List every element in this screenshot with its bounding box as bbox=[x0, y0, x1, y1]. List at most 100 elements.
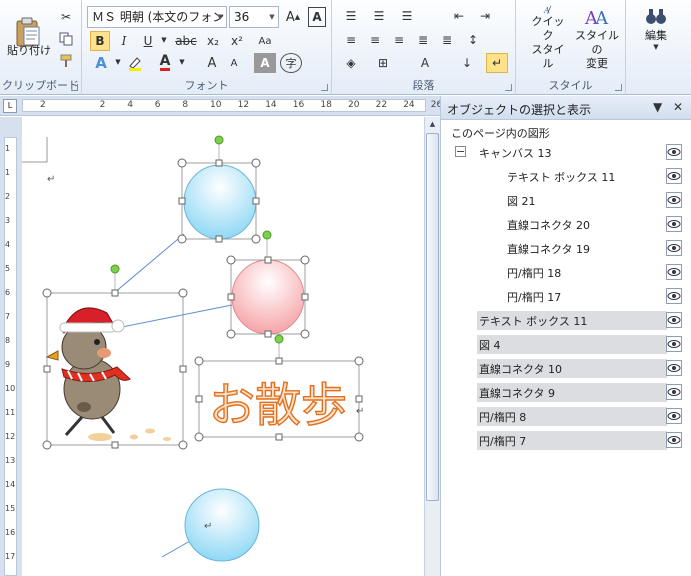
resize-handle[interactable] bbox=[300, 255, 310, 265]
styles-launcher-icon[interactable] bbox=[615, 84, 622, 91]
resize-handle[interactable] bbox=[177, 234, 187, 244]
copy-icon[interactable] bbox=[57, 30, 75, 48]
asian-layout-icon[interactable]: A bbox=[414, 53, 436, 73]
resize-handle[interactable] bbox=[251, 234, 261, 244]
resize-handle[interactable] bbox=[42, 440, 52, 450]
borders-icon[interactable]: ⊞ bbox=[372, 53, 394, 73]
font-launcher-icon[interactable] bbox=[321, 84, 328, 91]
increase-indent-icon[interactable]: ⇥ bbox=[474, 6, 496, 26]
bold-button[interactable]: B bbox=[90, 31, 110, 51]
clear-format-icon[interactable]: A bbox=[308, 7, 326, 27]
shape-list-item[interactable]: 円/楕円 7 bbox=[441, 430, 691, 451]
resize-handle[interactable] bbox=[226, 255, 236, 265]
align-left-icon[interactable]: ≡ bbox=[340, 30, 362, 50]
rotate-handle-icon[interactable] bbox=[262, 230, 272, 240]
clipboard-launcher-icon[interactable] bbox=[71, 84, 78, 91]
pane-options-icon[interactable]: ▼ bbox=[653, 100, 662, 114]
shape-list-item[interactable]: 直線コネクタ 19 bbox=[441, 238, 691, 259]
chevron-down-icon[interactable]: ▼ bbox=[160, 33, 168, 47]
resize-handle[interactable] bbox=[194, 432, 204, 442]
visibility-eye-icon[interactable] bbox=[666, 360, 682, 376]
shape-list-item[interactable]: 図 4 bbox=[441, 334, 691, 355]
resize-handle[interactable] bbox=[178, 440, 188, 450]
document-page[interactable]: お散歩 ↵ ↵ ↵ bbox=[22, 117, 424, 576]
vertical-ruler[interactable]: 1 1 2 3 4 5 6 7 8 9 10 11 12 13 14 15 16 17 bbox=[0, 117, 22, 576]
bullets-icon[interactable]: ☰ bbox=[340, 6, 362, 26]
show-marks-icon[interactable]: ↵ bbox=[486, 53, 508, 73]
resize-handle[interactable] bbox=[301, 293, 309, 301]
enclose-char-icon[interactable]: 字 bbox=[280, 53, 302, 73]
decrease-indent-icon[interactable]: ⇤ bbox=[448, 6, 470, 26]
resize-handle[interactable] bbox=[251, 158, 261, 168]
horizontal-ruler[interactable]: 2246810121416182022242628 bbox=[0, 96, 470, 116]
editing-button[interactable]: 編集 ▼ bbox=[634, 4, 678, 68]
blue-circle-shape[interactable] bbox=[183, 164, 257, 240]
visibility-eye-icon[interactable] bbox=[666, 264, 682, 280]
rotate-handle-icon[interactable] bbox=[110, 264, 120, 274]
change-style-button[interactable]: A A スタイルの 変更 bbox=[572, 4, 622, 72]
resize-handle[interactable] bbox=[252, 197, 260, 205]
resize-handle[interactable] bbox=[226, 329, 236, 339]
distribute-icon[interactable]: ≣ bbox=[436, 30, 458, 50]
shape-list-item[interactable]: テキスト ボックス 11 bbox=[441, 166, 691, 187]
visibility-eye-icon[interactable] bbox=[666, 168, 682, 184]
visibility-eye-icon[interactable] bbox=[666, 288, 682, 304]
paragraph-launcher-icon[interactable] bbox=[505, 84, 512, 91]
resize-handle[interactable] bbox=[355, 395, 363, 403]
resize-handle[interactable] bbox=[194, 356, 204, 366]
resize-handle[interactable] bbox=[215, 159, 223, 167]
collapse-icon[interactable]: − bbox=[455, 146, 466, 157]
resize-handle[interactable] bbox=[215, 235, 223, 243]
change-case-icon[interactable]: Aa bbox=[254, 31, 276, 51]
resize-handle[interactable] bbox=[111, 289, 119, 297]
shape-list-item[interactable]: 円/楕円 8 bbox=[441, 406, 691, 427]
sort-icon[interactable]: ↓ bbox=[456, 53, 478, 73]
resize-handle[interactable] bbox=[43, 365, 51, 373]
resize-handle[interactable] bbox=[275, 433, 283, 441]
chevron-down-icon[interactable]: ▼ bbox=[114, 55, 122, 69]
visibility-eye-icon[interactable] bbox=[666, 216, 682, 232]
resize-handle[interactable] bbox=[264, 256, 272, 264]
resize-handle[interactable] bbox=[354, 356, 364, 366]
scroll-up-icon[interactable]: ▲ bbox=[425, 117, 440, 132]
blue-circle-shape-2[interactable] bbox=[184, 488, 260, 562]
resize-handle[interactable] bbox=[179, 365, 187, 373]
shape-list-item[interactable]: 円/楕円 18 bbox=[441, 262, 691, 283]
quick-style-button[interactable]: A クイック スタイル bbox=[526, 4, 570, 72]
text-effects-icon[interactable]: A bbox=[90, 53, 112, 73]
font-size-select[interactable]: 36 ▼ bbox=[229, 6, 279, 28]
shading-icon[interactable]: ◈ bbox=[340, 53, 362, 73]
tab-selector-icon[interactable]: L bbox=[3, 99, 17, 113]
visibility-eye-icon[interactable] bbox=[666, 432, 682, 448]
resize-handle[interactable] bbox=[264, 330, 272, 338]
format-painter-icon[interactable] bbox=[57, 52, 75, 70]
visibility-eye-icon[interactable] bbox=[666, 192, 682, 208]
shape-list-item[interactable]: 円/楕円 17 bbox=[441, 286, 691, 307]
shape-list-item[interactable]: 直線コネクタ 10 bbox=[441, 358, 691, 379]
rotate-handle-icon[interactable] bbox=[214, 135, 224, 145]
align-center-icon[interactable]: ≡ bbox=[364, 30, 386, 50]
resize-handle[interactable] bbox=[195, 395, 203, 403]
chevron-down-icon[interactable]: ▼ bbox=[178, 55, 186, 69]
resize-handle[interactable] bbox=[354, 432, 364, 442]
highlight-icon[interactable] bbox=[124, 53, 146, 73]
resize-handle[interactable] bbox=[178, 197, 186, 205]
grow-font-icon[interactable]: A bbox=[202, 53, 222, 73]
numbering-icon[interactable]: ☰ bbox=[368, 6, 390, 26]
grow-font-icon[interactable]: A ▲ bbox=[284, 7, 302, 27]
close-icon[interactable]: ✕ bbox=[673, 100, 683, 114]
underline-button[interactable]: U bbox=[138, 31, 158, 51]
justify-icon[interactable]: ≣ bbox=[412, 30, 434, 50]
multilevel-list-icon[interactable]: ☰ bbox=[396, 6, 418, 26]
resize-handle[interactable] bbox=[42, 288, 52, 298]
line-spacing-icon[interactable]: ↕ bbox=[462, 30, 484, 50]
visibility-eye-icon[interactable] bbox=[666, 240, 682, 256]
visibility-eye-icon[interactable] bbox=[666, 384, 682, 400]
resize-handle[interactable] bbox=[300, 329, 310, 339]
visibility-eye-icon[interactable] bbox=[666, 336, 682, 352]
font-color-icon[interactable]: A bbox=[154, 53, 176, 73]
align-right-icon[interactable]: ≡ bbox=[388, 30, 410, 50]
shape-list-item[interactable]: 直線コネクタ 20 bbox=[441, 214, 691, 235]
connector-line[interactable] bbox=[113, 233, 185, 294]
connector-line[interactable] bbox=[116, 304, 233, 329]
